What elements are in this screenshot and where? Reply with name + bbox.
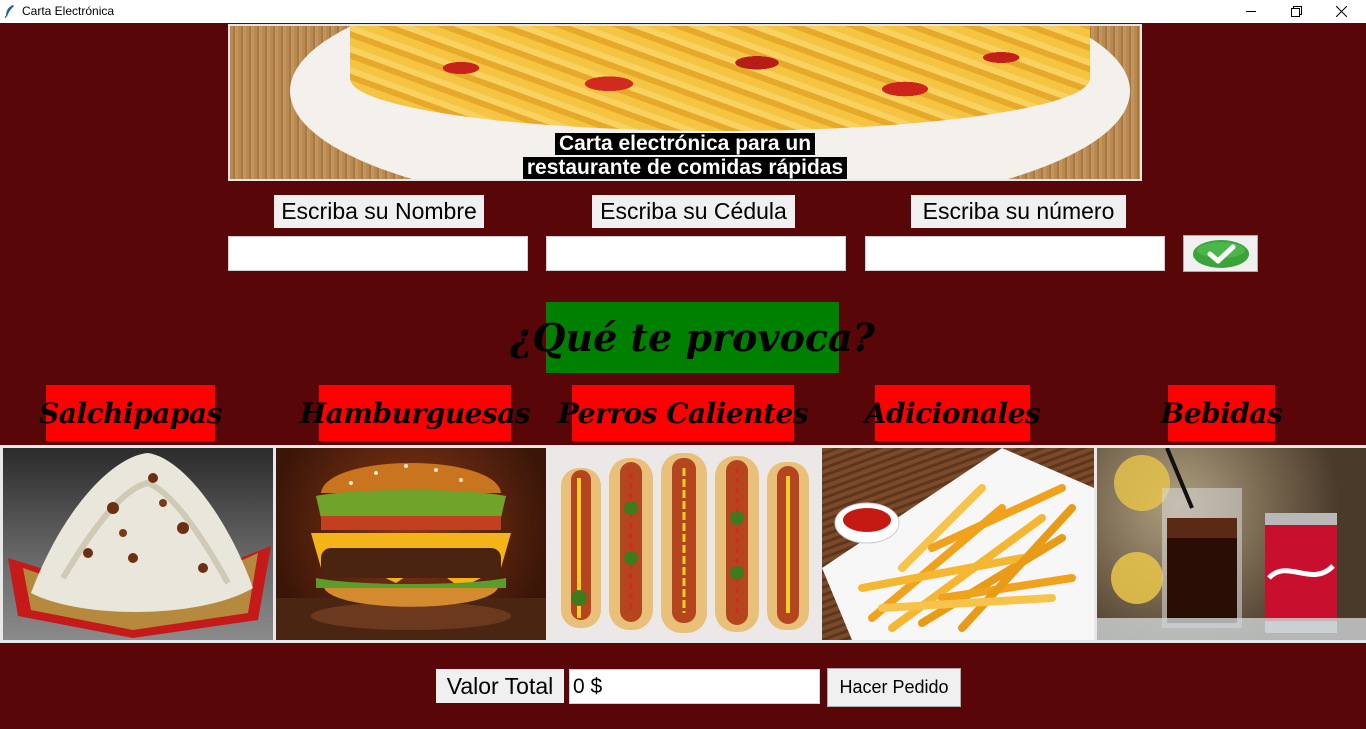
banner-caption: Carta electrónica para un restaurante de… [230, 133, 1140, 179]
restore-icon [1290, 6, 1302, 17]
total-value-field[interactable] [569, 669, 820, 704]
category-adicionales-button[interactable]: Adicionales [865, 385, 1041, 441]
category-bebidas-button[interactable]: Bebidas [1161, 385, 1283, 441]
id-input[interactable] [546, 236, 846, 271]
restore-button[interactable] [1273, 0, 1319, 23]
main-window: Carta electrónica para un restaurante de… [0, 23, 1366, 729]
checkmark-icon [1192, 239, 1249, 268]
id-label: Escriba su Cédula [592, 195, 795, 228]
phone-input[interactable] [865, 236, 1165, 271]
minimize-button[interactable] [1228, 0, 1274, 23]
feather-icon [4, 5, 14, 18]
hamburguesa-image[interactable] [276, 448, 546, 640]
window-title: Carta Electrónica [22, 4, 115, 18]
salchipapas-image[interactable] [3, 448, 273, 640]
close-icon [1335, 6, 1347, 17]
minimize-icon [1245, 11, 1256, 12]
food-images-row [0, 445, 1366, 643]
name-input[interactable] [228, 236, 528, 271]
salchipapas-food-shape [350, 26, 1090, 131]
close-button[interactable] [1318, 0, 1364, 23]
banner-caption-line1: Carta electrónica para un [554, 133, 816, 155]
total-label: Valor Total [436, 669, 564, 703]
category-hamburguesas-button[interactable]: Hamburguesas [300, 385, 531, 441]
confirm-button[interactable] [1183, 235, 1258, 272]
banner-image: Carta electrónica para un restaurante de… [228, 24, 1142, 181]
perros-calientes-image[interactable] [549, 448, 819, 640]
name-label: Escriba su Nombre [274, 195, 484, 228]
order-button[interactable]: Hacer Pedido [827, 668, 961, 707]
banner-caption-line2: restaurante de comidas rápidas [522, 157, 848, 179]
adicionales-image[interactable] [822, 448, 1094, 640]
phone-label: Escriba su número [911, 195, 1126, 228]
question-heading: ¿Qué te provoca? [510, 302, 875, 373]
bebidas-image[interactable] [1097, 448, 1366, 640]
title-bar: Carta Electrónica [0, 0, 1366, 23]
category-perros-calientes-button[interactable]: Perros Calientes [558, 385, 809, 441]
category-salchipapas-button[interactable]: Salchipapas [39, 385, 222, 441]
